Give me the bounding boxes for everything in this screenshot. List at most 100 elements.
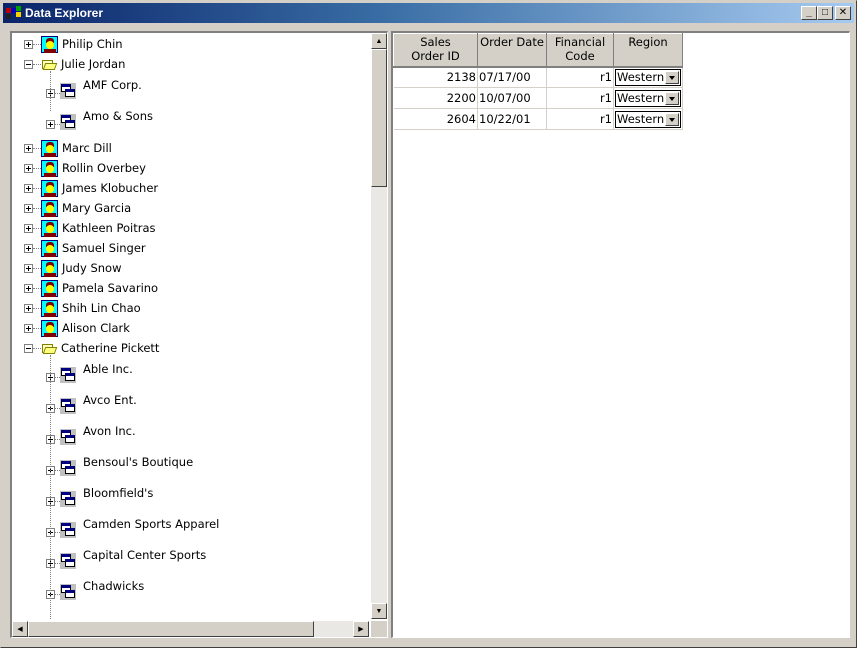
tree-vertical-line — [50, 355, 51, 619]
tree-node[interactable]: Kathleen Poitras — [24, 219, 156, 237]
arrow-right-icon: ▶ — [358, 626, 364, 633]
expand-toggle-icon[interactable] — [24, 163, 33, 173]
close-button[interactable]: ✕ — [835, 6, 851, 20]
tree-connector — [33, 147, 41, 149]
expand-toggle-icon[interactable] — [24, 183, 33, 193]
vertical-scroll-thumb[interactable] — [371, 49, 387, 187]
scroll-left-button[interactable]: ◀ — [12, 621, 28, 637]
dropdown-arrow-icon[interactable] — [665, 91, 679, 105]
person-icon — [41, 299, 58, 317]
region-dropdown[interactable]: Western — [615, 68, 681, 86]
tree-child-node[interactable]: Capital Center Sports — [46, 548, 206, 570]
column-header-financial-code[interactable]: Financial Code — [546, 33, 614, 68]
sales-order-id-cell[interactable]: 2138 — [393, 66, 478, 88]
horizontal-scrollbar[interactable]: ◀ ▶ — [12, 621, 369, 637]
customer-window-icon — [60, 553, 76, 569]
tree-node[interactable]: Catherine Pickett — [24, 339, 159, 357]
tree-child-node[interactable]: Amo & Sons — [46, 109, 153, 131]
column-header-sales-order-id[interactable]: Sales Order ID — [393, 33, 478, 68]
column-header-order-date[interactable]: Order Date — [477, 33, 547, 68]
tree-node[interactable]: Mary Garcia — [24, 199, 131, 217]
expand-toggle-icon[interactable] — [46, 119, 55, 129]
grid-row[interactable]: 2604 10/22/01 r1 Western — [393, 108, 683, 130]
tree-view[interactable]: Philip Chin Julie Jordan AMF Corp. Amo & So… — [12, 33, 369, 619]
column-header-region[interactable]: Region — [613, 33, 683, 68]
expand-toggle-icon[interactable] — [24, 203, 33, 213]
region-dropdown[interactable]: Western — [615, 89, 681, 107]
tree-child-label: Avon Inc. — [83, 424, 136, 438]
tree-node[interactable]: Marc Dill — [24, 139, 112, 157]
region-cell: Western — [613, 87, 683, 109]
expand-toggle-icon[interactable] — [24, 263, 33, 273]
tree-node[interactable]: James Klobucher — [24, 179, 158, 197]
region-value: Western — [617, 91, 665, 105]
dropdown-arrow-icon[interactable] — [665, 70, 679, 84]
tree-node-label: Kathleen Poitras — [62, 221, 156, 235]
financial-code-cell[interactable]: r1 — [546, 108, 614, 130]
scroll-right-button[interactable]: ▶ — [353, 621, 369, 637]
tree-node[interactable]: Samuel Singer — [24, 239, 146, 257]
person-icon — [41, 35, 58, 53]
expand-toggle-icon[interactable] — [24, 303, 33, 313]
tree-child-label: Able Inc. — [83, 362, 133, 376]
tree-child-node[interactable]: Avon Inc. — [46, 424, 136, 446]
expand-toggle-icon[interactable] — [24, 223, 33, 233]
tree-node-label: Rollin Overbey — [62, 161, 146, 175]
tree-child-label: Amo & Sons — [83, 109, 153, 123]
customer-window-icon — [60, 584, 76, 600]
grid-row[interactable]: 2138 07/17/00 r1 Western — [393, 66, 683, 88]
tree-node[interactable]: Judy Snow — [24, 259, 121, 277]
tree-node[interactable]: Pamela Savarino — [24, 279, 158, 297]
customer-window-icon — [60, 429, 76, 445]
financial-code-cell[interactable]: r1 — [546, 66, 614, 88]
expand-toggle-icon[interactable] — [24, 39, 33, 49]
vertical-scrollbar[interactable]: ▲ ▼ — [371, 33, 387, 619]
tree-node-label: James Klobucher — [62, 181, 159, 195]
tree-node[interactable]: Philip Chin — [24, 35, 123, 53]
tree-child-node[interactable]: Avco Ent. — [46, 393, 137, 415]
expand-toggle-icon[interactable] — [24, 283, 33, 293]
tree-connector — [33, 43, 41, 45]
customer-window-icon — [60, 491, 76, 507]
collapse-toggle-icon[interactable] — [24, 59, 33, 69]
grid-row[interactable]: 2200 10/07/00 r1 Western — [393, 87, 683, 109]
title-bar[interactable]: Data Explorer _ □ ✕ — [3, 3, 854, 23]
tree-child-node[interactable]: Chadwicks — [46, 579, 144, 601]
tree-node-label: Pamela Savarino — [62, 281, 159, 295]
tree-child-node[interactable]: Bloomfield's — [46, 486, 153, 508]
tree-child-node[interactable]: Camden Sports Apparel — [46, 517, 219, 539]
expand-toggle-icon[interactable] — [24, 143, 33, 153]
tree-child-node[interactable]: Able Inc. — [46, 362, 133, 384]
scroll-down-button[interactable]: ▼ — [371, 603, 387, 619]
grid-pane: Sales Order ID Order Date Financial Code… — [391, 31, 850, 638]
tree-connector — [33, 247, 41, 249]
expand-toggle-icon[interactable] — [24, 243, 33, 253]
financial-code-cell[interactable]: r1 — [546, 87, 614, 109]
tree-node[interactable]: Alison Clark — [24, 319, 130, 337]
tree-child-node[interactable]: AMF Corp. — [46, 78, 142, 100]
tree-child-label: Bensoul's Boutique — [83, 455, 194, 469]
tree-child-node[interactable]: Bensoul's Boutique — [46, 455, 193, 477]
tree-node[interactable]: Shih Lin Chao — [24, 299, 141, 317]
tree-child-label: Chadwicks — [83, 579, 145, 593]
tree-child-label: Capital Center Sports — [83, 548, 207, 562]
region-dropdown[interactable]: Western — [615, 110, 681, 128]
minimize-button[interactable]: _ — [801, 6, 817, 20]
scroll-up-button[interactable]: ▲ — [371, 33, 387, 49]
tree-child-label: Bloomfield's — [83, 486, 154, 500]
tree-node[interactable]: Julie Jordan — [24, 55, 125, 73]
order-date-cell[interactable]: 07/17/00 — [477, 66, 547, 88]
person-icon — [41, 179, 58, 197]
order-date-cell[interactable]: 10/07/00 — [477, 87, 547, 109]
grid-header-row: Sales Order ID Order Date Financial Code… — [393, 33, 683, 68]
collapse-toggle-icon[interactable] — [24, 343, 33, 353]
app-icon — [6, 6, 22, 20]
expand-toggle-icon[interactable] — [24, 323, 33, 333]
sales-order-id-cell[interactable]: 2604 — [393, 108, 478, 130]
sales-order-id-cell[interactable]: 2200 — [393, 87, 478, 109]
tree-node[interactable]: Rollin Overbey — [24, 159, 146, 177]
horizontal-scroll-thumb[interactable] — [28, 621, 314, 637]
order-date-cell[interactable]: 10/22/01 — [477, 108, 547, 130]
dropdown-arrow-icon[interactable] — [665, 112, 679, 126]
maximize-button[interactable]: □ — [817, 6, 833, 20]
